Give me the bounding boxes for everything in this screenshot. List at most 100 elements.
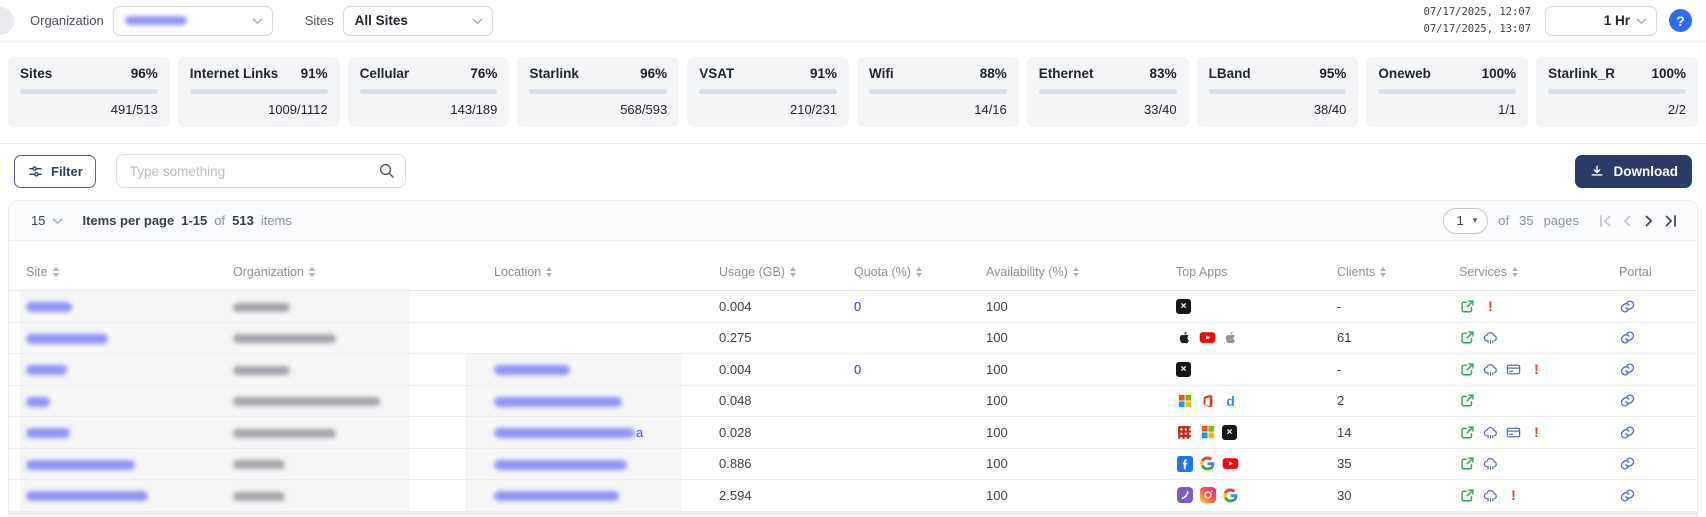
column-header-services[interactable]: Services (1459, 265, 1619, 279)
column-header-site[interactable]: Site (26, 265, 233, 279)
organization-select[interactable] (113, 6, 273, 36)
site-link-blurred[interactable] (26, 428, 70, 438)
portal-cell (1619, 298, 1697, 315)
site-link-blurred[interactable] (26, 491, 148, 501)
progress-bar (1378, 89, 1516, 94)
sort-icon (1073, 267, 1079, 277)
total-pages: 35 (1519, 213, 1533, 228)
chevron-down-icon (1637, 14, 1647, 24)
clients-value: - (1337, 299, 1459, 314)
external-link-icon[interactable] (1459, 361, 1476, 378)
location-link-blurred[interactable] (494, 491, 619, 501)
external-link-icon[interactable] (1459, 392, 1476, 409)
alert-icon[interactable]: ! (1505, 487, 1522, 504)
stat-count: 1009/1112 (190, 102, 328, 117)
google-app-icon (1222, 487, 1239, 504)
column-header-availability[interactable]: Availability (%) (986, 265, 1176, 279)
page-size-value: 15 (31, 213, 45, 228)
services-cell: ! (1459, 487, 1619, 504)
page-size-select[interactable]: 15 (31, 213, 61, 228)
stat-label: Internet Links (190, 66, 279, 81)
search-box (116, 154, 406, 188)
organization-text-blurred (233, 303, 290, 312)
sort-icon (53, 267, 59, 277)
payment-card-icon[interactable] (1505, 361, 1522, 378)
cloud-icon[interactable] (1482, 361, 1499, 378)
items-label: items (261, 213, 292, 228)
cloud-icon[interactable] (1482, 329, 1499, 346)
external-link-icon[interactable] (1459, 298, 1476, 315)
stat-percent: 100% (1482, 66, 1517, 81)
usage-value: 0.048 (719, 393, 854, 408)
items-range: 1-15 (181, 213, 207, 228)
portal-link-icon[interactable] (1619, 329, 1636, 346)
cloud-icon[interactable] (1482, 424, 1499, 441)
alert-icon[interactable]: ! (1528, 424, 1545, 441)
column-header-organization[interactable]: Organization (233, 265, 494, 279)
previous-page-button[interactable] (1619, 213, 1635, 229)
current-page-value: 1 (1457, 213, 1464, 228)
purple-s-app-icon (1176, 487, 1193, 504)
portal-link-icon[interactable] (1619, 361, 1636, 378)
progress-bar (529, 89, 667, 94)
site-link-blurred[interactable] (26, 302, 72, 312)
cloud-icon[interactable] (1482, 455, 1499, 472)
portal-link-icon[interactable] (1619, 392, 1636, 409)
external-link-icon[interactable] (1459, 487, 1476, 504)
portal-link-icon[interactable] (1619, 298, 1636, 315)
help-icon[interactable]: ? (1669, 9, 1692, 32)
stat-card-wifi: Wifi88% 14/16 (857, 57, 1019, 127)
stat-label: Oneweb (1378, 66, 1431, 81)
site-link-blurred[interactable] (26, 460, 135, 470)
last-page-button[interactable] (1663, 213, 1679, 229)
d-letter-app-icon: d (1222, 392, 1239, 409)
edge-toggle[interactable] (0, 7, 14, 35)
stat-card-vsat: VSAT91% 210/231 (687, 57, 849, 127)
download-button[interactable]: Download (1575, 155, 1693, 188)
stat-count: 33/40 (1039, 102, 1177, 117)
top-apps-cell (1176, 455, 1337, 472)
progress-bar (699, 89, 837, 94)
alert-icon[interactable]: ! (1482, 298, 1499, 315)
site-link-blurred[interactable] (26, 365, 67, 375)
cloud-icon[interactable] (1482, 487, 1499, 504)
time-range-select[interactable]: 1 Hr (1545, 6, 1657, 36)
current-page-select[interactable]: 1 ▾ (1443, 208, 1489, 234)
location-link-blurred[interactable] (494, 460, 627, 470)
horizontal-scrollbar-track[interactable] (8, 513, 1698, 517)
site-link-blurred[interactable] (26, 397, 50, 407)
column-header-location[interactable]: Location (494, 265, 719, 279)
portal-link-icon[interactable] (1619, 487, 1636, 504)
apple-gray-app-icon (1222, 329, 1239, 346)
portal-link-icon[interactable] (1619, 455, 1636, 472)
time-range-value: 1 Hr (1604, 13, 1630, 28)
progress-bar (360, 89, 498, 94)
external-link-icon[interactable] (1459, 455, 1476, 472)
location-link-blurred[interactable] (494, 365, 570, 375)
clients-value: 30 (1337, 488, 1459, 503)
microsoft-app-icon (1176, 392, 1193, 409)
payment-card-icon[interactable] (1505, 424, 1522, 441)
alert-icon[interactable]: ! (1528, 361, 1545, 378)
site-link-blurred[interactable] (26, 334, 108, 344)
column-header-clients[interactable]: Clients (1337, 265, 1459, 279)
sort-icon (916, 267, 922, 277)
location-link-blurred[interactable] (494, 428, 635, 438)
external-link-icon[interactable] (1459, 424, 1476, 441)
next-page-button[interactable] (1641, 213, 1657, 229)
stat-count: 568/593 (529, 102, 667, 117)
first-page-button[interactable] (1597, 213, 1613, 229)
quota-link[interactable]: 0 (854, 299, 861, 314)
portal-link-icon[interactable] (1619, 424, 1636, 441)
column-header-usage[interactable]: Usage (GB) (719, 265, 854, 279)
quota-link[interactable]: 0 (854, 362, 861, 377)
search-input[interactable] (116, 154, 406, 188)
external-link-icon[interactable] (1459, 329, 1476, 346)
location-link-blurred[interactable] (494, 397, 622, 407)
sites-select[interactable]: All Sites (343, 6, 493, 36)
stat-label: Sites (20, 66, 52, 81)
stat-percent: 95% (1319, 66, 1346, 81)
filter-button[interactable]: Filter (14, 155, 96, 188)
column-header-quota[interactable]: Quota (%) (854, 265, 986, 279)
portal-cell (1619, 361, 1697, 378)
